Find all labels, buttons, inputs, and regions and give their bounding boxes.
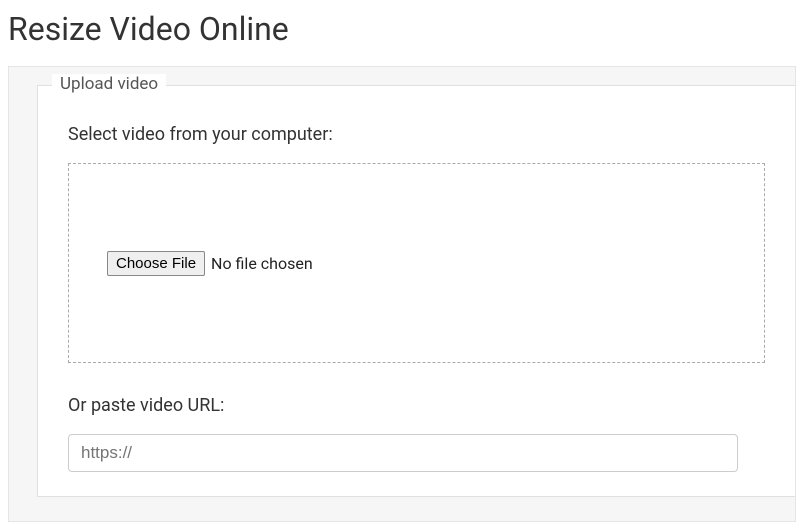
main-panel: Upload video Select video from your comp… [8,66,796,522]
choose-file-button[interactable]: Choose File [107,251,205,276]
video-url-input[interactable] [68,434,738,472]
page-title: Resize Video Online [0,0,800,66]
file-dropzone[interactable]: Choose File No file chosen [68,163,765,363]
upload-fieldset: Upload video Select video from your comp… [37,85,795,497]
select-from-computer-label: Select video from your computer: [68,124,765,145]
paste-url-label: Or paste video URL: [68,395,765,416]
upload-legend: Upload video [52,74,166,94]
file-input-row: Choose File No file chosen [107,251,313,276]
file-status-text: No file chosen [211,254,313,273]
